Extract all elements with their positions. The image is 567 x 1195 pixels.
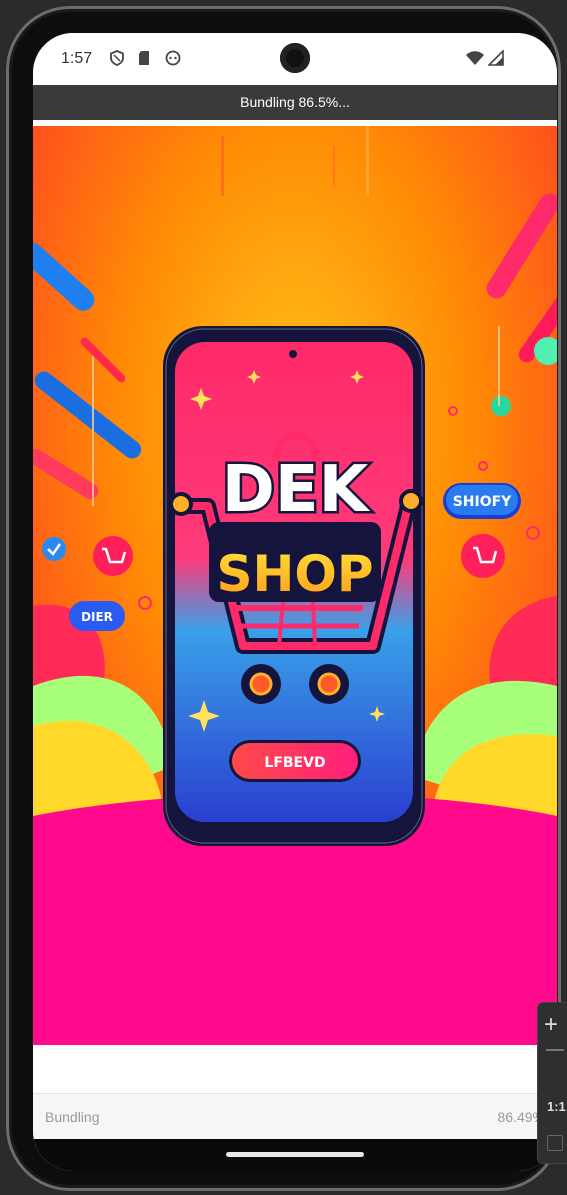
sd-card-icon xyxy=(139,51,149,65)
fit-screen-icon[interactable] xyxy=(547,1135,563,1151)
device-frame: 1:57 Bundling 86.5%... DEK SHOP LFBEVD S… xyxy=(6,6,561,1191)
shield-icon xyxy=(110,50,124,66)
device-screen: 1:57 Bundling 86.5%... DEK SHOP LFBEVD S… xyxy=(33,33,557,1171)
wifi-icon xyxy=(466,51,484,65)
zoom-in-button[interactable]: + xyxy=(544,1011,558,1039)
content-area xyxy=(33,1045,557,1093)
bundling-label: Bundling xyxy=(45,1109,100,1125)
zoom-out-button[interactable] xyxy=(546,1049,564,1051)
status-time: 1:57 xyxy=(61,50,93,67)
cta-button-text: LFBEVD xyxy=(264,755,325,771)
logo-top-text: DEK xyxy=(222,453,371,527)
zoom-ratio-button[interactable]: 1:1 xyxy=(547,1099,566,1114)
splash-image: DEK SHOP LFBEVD SHIOFY DIER xyxy=(33,126,557,1045)
emulator-zoom-panel: + 1:1 xyxy=(537,1002,567,1164)
tag-right-text: SHIOFY xyxy=(453,494,512,510)
front-camera xyxy=(280,43,310,73)
bundling-footer: Bundling 86.49% xyxy=(33,1093,557,1140)
status-bar: 1:57 xyxy=(33,33,557,85)
navigation-bar xyxy=(33,1139,557,1171)
signal-icon xyxy=(488,50,504,66)
face-icon xyxy=(165,50,181,66)
home-gesture-handle[interactable] xyxy=(226,1152,364,1157)
logo-bottom-text: SHOP xyxy=(216,545,373,603)
bundling-banner: Bundling 86.5%... xyxy=(33,85,557,120)
tag-left-text: DIER xyxy=(81,610,113,624)
